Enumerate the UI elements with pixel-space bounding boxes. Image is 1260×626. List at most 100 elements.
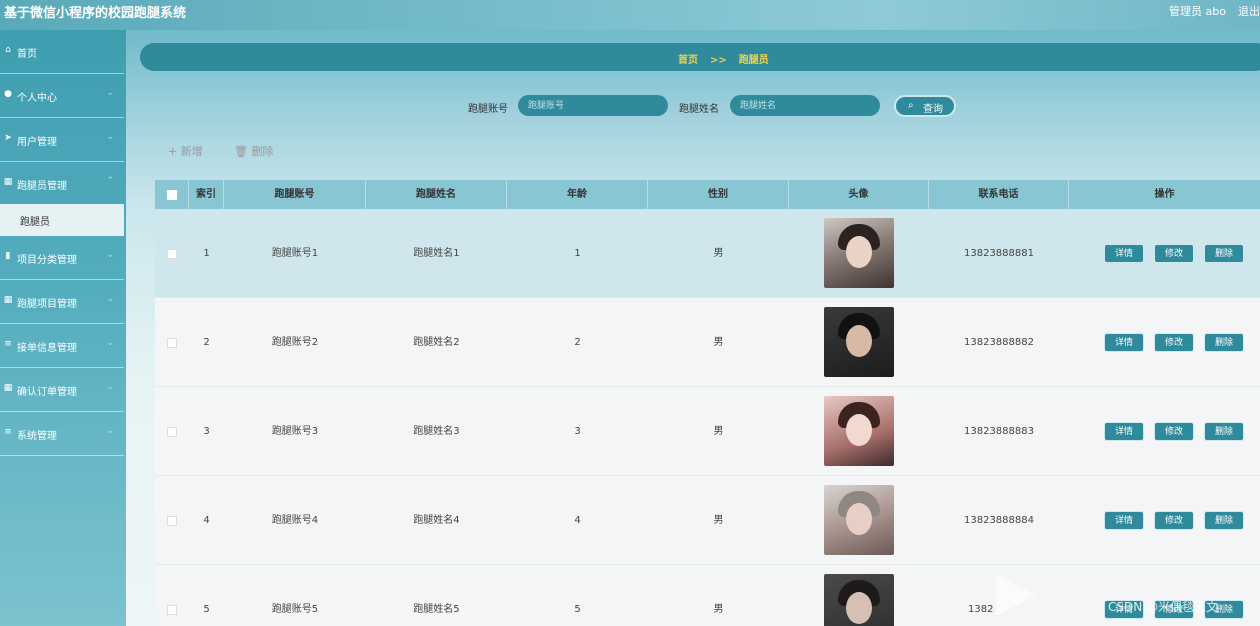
table-row: 1 跑腿账号1 跑腿姓名1 1 男 13823888881 详情 修改 删除: [155, 209, 1260, 298]
sidebar-subitem-runner[interactable]: 跑腿员: [0, 204, 124, 236]
grid-icon: ▦: [3, 383, 13, 393]
query-button[interactable]: ⌕ 查询: [894, 95, 956, 117]
select-all-checkbox[interactable]: [167, 190, 177, 200]
edit-button[interactable]: 修改: [1154, 511, 1194, 530]
breadcrumb-current: 跑腿员: [738, 55, 769, 66]
avatar-face: [846, 414, 872, 446]
edit-button[interactable]: 修改: [1154, 333, 1194, 352]
add-button-label: 新增: [180, 145, 203, 158]
table-row: 2 跑腿账号2 跑腿姓名2 2 男 13823888882 详情 修改 删除: [155, 298, 1260, 387]
avatar: [824, 307, 894, 377]
sidebar-item-project-management[interactable]: ▦ 跑腿项目管理 ⌄: [0, 280, 124, 324]
chevron-down-icon: ⌄: [106, 426, 114, 436]
cell-gender: 男: [713, 426, 724, 437]
cell-index: 5: [203, 604, 210, 615]
sidebar-item-runner-management[interactable]: ▦ 跑腿员管理 ⌃: [0, 162, 124, 206]
row-checkbox[interactable]: [167, 516, 177, 526]
cell-age: 3: [574, 426, 581, 437]
sidebar-item-label: 确认订单管理: [17, 387, 77, 398]
chevron-down-icon: ⌄: [106, 132, 114, 142]
detail-button[interactable]: 详情: [1104, 244, 1144, 263]
header-age: 年龄: [507, 180, 648, 209]
cell-gender: 男: [713, 604, 724, 615]
cell-age: 4: [574, 515, 581, 526]
home-icon: ⌂: [5, 45, 11, 55]
sidebar-item-label: 个人中心: [17, 93, 57, 104]
detail-button[interactable]: 详情: [1104, 511, 1144, 530]
chevron-down-icon: ⌄: [106, 88, 114, 98]
sidebar-item-home[interactable]: ⌂ 首页: [0, 30, 124, 74]
sidebar-item-label: 用户管理: [17, 137, 57, 148]
watermark-logo: [996, 574, 1036, 616]
cell-index: 2: [203, 337, 210, 348]
sidebar-item-personal-center[interactable]: ● 个人中心 ⌄: [0, 74, 124, 118]
cell-account: 跑腿账号2: [271, 337, 319, 348]
sidebar: ⌂ 首页 ● 个人中心 ⌄ ➤ 用户管理 ⌄ ▦ 跑腿员管理 ⌃ 跑腿员 ▮ 项…: [0, 30, 126, 626]
trash-icon: 🗑: [234, 145, 248, 158]
sidebar-item-label: 跑腿项目管理: [17, 299, 77, 310]
delete-button[interactable]: 删除: [1204, 422, 1244, 441]
avatar: [824, 218, 894, 288]
avatar-face: [846, 236, 872, 268]
table-row: 3 跑腿账号3 跑腿姓名3 3 男 13823888883 详情 修改 删除: [155, 387, 1260, 476]
sidebar-item-label: 项目分类管理: [17, 255, 77, 266]
sidebar-item-category-management[interactable]: ▮ 项目分类管理 ⌄: [0, 236, 124, 280]
add-button[interactable]: + 新增: [168, 143, 203, 159]
detail-button[interactable]: 详情: [1104, 422, 1144, 441]
chevron-down-icon: ⌄: [106, 250, 114, 260]
sidebar-item-label: 首页: [17, 49, 37, 60]
header-actions: 操作: [1154, 189, 1175, 200]
row-checkbox[interactable]: [167, 249, 177, 259]
row-checkbox[interactable]: [167, 338, 177, 348]
sidebar-item-system-management[interactable]: ≡ 系统管理 ⌄: [0, 412, 124, 456]
cell-name: 跑腿姓名4: [413, 515, 460, 526]
table-header: 索引 跑腿账号 跑腿姓名 年龄 性别 头像 联系电话 操作: [155, 180, 1260, 209]
header-index: 索引: [189, 180, 224, 209]
delete-button[interactable]: 删除: [1204, 511, 1244, 530]
watermark: CSDN @米偶毯王文: [1108, 600, 1219, 614]
sidebar-item-label: 跑腿员管理: [17, 181, 67, 192]
sidebar-subitem-label: 跑腿员: [20, 217, 50, 228]
edit-button[interactable]: 修改: [1154, 244, 1194, 263]
avatar-face: [846, 325, 872, 357]
cell-account: 跑腿账号3: [271, 426, 319, 437]
delete-button[interactable]: 删除: [1204, 244, 1244, 263]
avatar-face: [846, 503, 872, 535]
breadcrumb: 首页 >> 跑腿员: [678, 51, 769, 66]
cell-index: 4: [203, 515, 210, 526]
sidebar-item-user-management[interactable]: ➤ 用户管理 ⌄: [0, 118, 124, 162]
avatar-face: [846, 592, 872, 624]
cell-phone: 13823888881: [964, 248, 1034, 259]
cell-gender: 男: [713, 515, 724, 526]
name-search-label: 跑腿姓名: [679, 104, 719, 115]
header-account: 跑腿账号: [224, 180, 366, 209]
sidebar-item-confirm-order-management[interactable]: ▦ 确认订单管理 ⌄: [0, 368, 124, 412]
avatar: [824, 574, 894, 626]
avatar: [824, 396, 894, 466]
cell-age: 1: [574, 248, 581, 259]
cell-name: 跑腿姓名5: [413, 604, 460, 615]
top-bar: 基于微信小程序的校园跑腿系统 管理员 abo 退出: [0, 0, 1260, 30]
account-search-input[interactable]: [518, 95, 668, 116]
chevron-down-icon: ⌄: [106, 382, 114, 392]
sidebar-item-order-info-management[interactable]: ≡ 接单信息管理 ⌄: [0, 324, 124, 368]
breadcrumb-separator: >>: [710, 55, 727, 66]
cell-name: 跑腿姓名1: [413, 248, 460, 259]
bulk-delete-button[interactable]: 🗑 删除: [234, 143, 273, 159]
row-checkbox[interactable]: [167, 605, 177, 615]
table-row: 5 跑腿账号5 跑腿姓名5 5 男 1382 详情 修改 删除: [155, 565, 1260, 626]
header-avatar: 头像: [789, 180, 929, 209]
name-search-input[interactable]: [730, 95, 880, 116]
edit-button[interactable]: 修改: [1154, 422, 1194, 441]
breadcrumb-home[interactable]: 首页: [678, 55, 698, 66]
user-icon: ●: [4, 89, 12, 99]
chevron-down-icon: ⌄: [106, 338, 114, 348]
grid-icon: ▦: [3, 295, 13, 305]
delete-button[interactable]: 删除: [1204, 333, 1244, 352]
row-checkbox[interactable]: [167, 427, 177, 437]
cell-index: 1: [203, 248, 210, 259]
send-icon: ➤: [4, 133, 12, 143]
header-phone: 联系电话: [929, 180, 1069, 209]
logout-link[interactable]: 退出: [1238, 3, 1260, 19]
detail-button[interactable]: 详情: [1104, 333, 1144, 352]
